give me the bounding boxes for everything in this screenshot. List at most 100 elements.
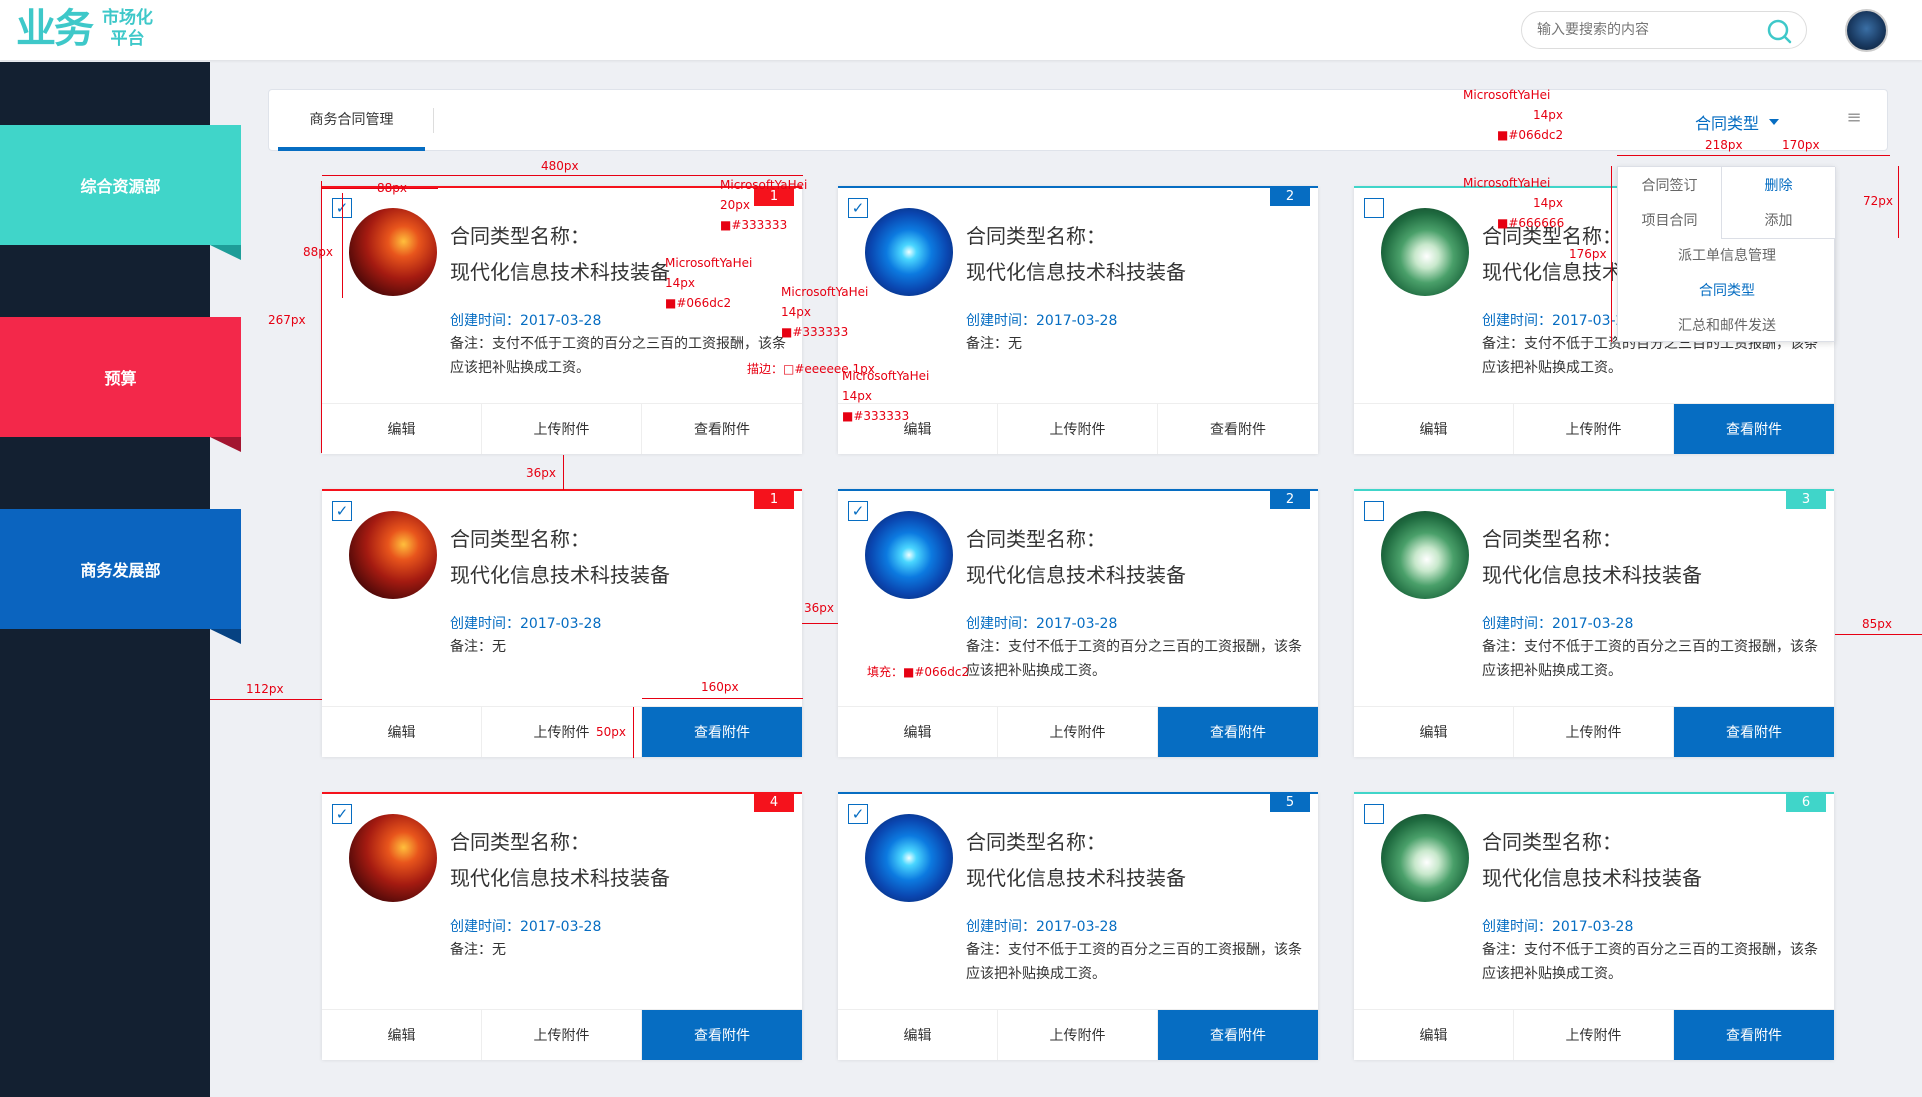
card-thumbnail xyxy=(865,511,953,599)
search-box xyxy=(1521,11,1807,49)
app-logo[interactable]: 业务 市场化 平台 xyxy=(16,7,153,51)
spec-line xyxy=(321,181,322,453)
card-checkbox[interactable]: ✓ xyxy=(332,804,352,824)
spec-line xyxy=(563,455,564,490)
card-created-time: 创建时间：2017-03-28 xyxy=(450,313,602,329)
card-actions: 编辑 上传附件 查看附件 xyxy=(322,706,802,757)
card-title-value: 现代化信息技术科技装备 xyxy=(450,563,670,587)
submenu-delete[interactable]: 删除 xyxy=(1722,167,1835,202)
card-note: 备注：无 xyxy=(450,639,506,655)
menu-item-summary-email[interactable]: 汇总和邮件发送 xyxy=(1618,307,1836,342)
contract-type-label: 合同类型 xyxy=(1695,114,1760,133)
card-checkbox[interactable]: ✓ xyxy=(332,501,352,521)
card-number-badge: 2 xyxy=(1270,188,1310,206)
edit-button[interactable]: 编辑 xyxy=(322,707,482,757)
spec-margin-right: 85px xyxy=(1862,617,1892,631)
view-attachment-button[interactable]: 查看附件 xyxy=(1674,404,1834,454)
card-note: 备注：支付不低于工资的百分之三百的工资报酬，该条应该把补贴换成工资。 xyxy=(1482,639,1818,679)
spec-color-button: ■#333333 xyxy=(842,409,910,423)
card-note: 备注：支付不低于工资的百分之三百的工资报酬，该条应该把补贴换成工资。 xyxy=(966,942,1302,982)
spec-margin-left: 112px xyxy=(246,682,284,696)
view-attachment-button[interactable]: 查看附件 xyxy=(642,404,802,454)
upload-attachment-button[interactable]: 上传附件 xyxy=(998,1010,1158,1060)
list-icon[interactable]: ≡ xyxy=(1845,107,1863,129)
spec-width-button: 160px xyxy=(701,680,739,694)
upload-attachment-button[interactable]: 上传附件 xyxy=(482,404,642,454)
sidebar-item-resources[interactable]: 综合资源部 xyxy=(0,125,241,245)
card-created-time: 创建时间：2017-03-28 xyxy=(966,616,1118,632)
sidebar-item-label: 商务发展部 xyxy=(80,561,161,580)
card-note: 备注：支付不低于工资的百分之三百的工资报酬，该条应该把补贴换成工资。 xyxy=(1482,942,1818,982)
card-checkbox[interactable] xyxy=(1364,501,1384,521)
view-attachment-button[interactable]: 查看附件 xyxy=(1158,404,1318,454)
card-created-time: 创建时间：2017-03-28 xyxy=(450,616,602,632)
menu-item-dispatch[interactable]: 派工单信息管理 xyxy=(1618,237,1836,272)
search-input[interactable] xyxy=(1537,12,1757,48)
card-checkbox[interactable]: ✓ xyxy=(848,501,868,521)
edit-button[interactable]: 编辑 xyxy=(322,1010,482,1060)
view-attachment-button[interactable]: 查看附件 xyxy=(1158,1010,1318,1060)
upload-attachment-button[interactable]: 上传附件 xyxy=(1514,404,1674,454)
contract-card: 6 合同类型名称： 现代化信息技术科技装备 创建时间：2017-03-28 备注：支付不… xyxy=(1354,792,1834,1060)
card-checkbox[interactable] xyxy=(1364,804,1384,824)
menu-item-contract-type[interactable]: 合同类型 xyxy=(1618,272,1836,307)
card-actions: 编辑 上传附件 查看附件 xyxy=(322,403,802,454)
upload-attachment-button[interactable]: 上传附件 xyxy=(1514,1010,1674,1060)
upload-attachment-button[interactable]: 上传附件 xyxy=(998,707,1158,757)
card-title-label: 合同类型名称： xyxy=(450,830,590,854)
card-number-badge: 2 xyxy=(1270,491,1310,509)
card-checkbox[interactable]: ✓ xyxy=(848,804,868,824)
tab-contract-management[interactable]: 商务合同管理 xyxy=(278,90,425,151)
card-top-line xyxy=(838,186,1318,188)
view-attachment-button[interactable]: 查看附件 xyxy=(642,1010,802,1060)
spec-size-menu: 14px xyxy=(1533,196,1563,210)
upload-attachment-button[interactable]: 上传附件 xyxy=(1514,707,1674,757)
edit-button[interactable]: 编辑 xyxy=(1354,707,1514,757)
sidebar-item-budget[interactable]: 预算 xyxy=(0,317,241,437)
edit-button[interactable]: 编辑 xyxy=(838,707,998,757)
contract-type-dropdown[interactable]: 合同类型 xyxy=(1695,110,1780,134)
sidebar-fold xyxy=(210,437,241,452)
card-thumbnail xyxy=(1381,208,1469,296)
card-created-time: 创建时间：2017-03-28 xyxy=(1482,616,1634,632)
spec-height-submenu: 72px xyxy=(1863,194,1893,208)
sidebar-fold xyxy=(210,629,241,644)
view-attachment-button[interactable]: 查看附件 xyxy=(642,707,802,757)
contract-card: 2 ✓ 合同类型名称： 现代化信息技术科技装备 创建时间：2017-03-28 备注：支付… xyxy=(838,489,1318,757)
spec-size-time: 14px xyxy=(665,276,695,290)
view-attachment-button[interactable]: 查看附件 xyxy=(1674,1010,1834,1060)
card-title-value: 现代化信息技术科技装备 xyxy=(966,866,1186,890)
edit-button[interactable]: 编辑 xyxy=(1354,1010,1514,1060)
search-icon[interactable] xyxy=(1766,18,1792,44)
view-attachment-button[interactable]: 查看附件 xyxy=(1158,707,1318,757)
spec-width-thumb: 88px xyxy=(377,181,407,195)
edit-button[interactable]: 编辑 xyxy=(1354,404,1514,454)
card-title-value: 现代化信息技术科技装备 xyxy=(966,260,1186,284)
card-checkbox[interactable] xyxy=(1364,198,1384,218)
tab-bar: 商务合同管理 合同类型 ≡ xyxy=(268,89,1888,151)
logo-text: 市场化 平台 xyxy=(102,8,153,50)
top-header: 业务 市场化 平台 xyxy=(0,0,1922,60)
caret-down-icon xyxy=(1769,119,1780,125)
menu-item-project-contract[interactable]: 项目合同 xyxy=(1618,202,1721,237)
upload-attachment-button[interactable]: 上传附件 xyxy=(482,1010,642,1060)
menu-item-contract-sign[interactable]: 合同签订 xyxy=(1618,167,1721,202)
sidebar: 综合资源部 预算 商务发展部 xyxy=(0,62,241,1097)
card-thumbnail xyxy=(349,814,437,902)
card-actions: 编辑 上传附件 查看附件 xyxy=(838,706,1318,757)
user-avatar[interactable] xyxy=(1845,9,1888,52)
spec-size-dropdown: 14px xyxy=(1533,108,1563,122)
contract-card: 3 合同类型名称： 现代化信息技术科技装备创建时间：2017-03-28 备注：支付不… xyxy=(1354,489,1834,757)
submenu-add[interactable]: 添加 xyxy=(1722,202,1835,237)
contract-card: 1 ✓ 合同类型名称： 现代化信息技术科技装备 创建时间：2017-03-28 备注：无编… xyxy=(322,489,802,757)
sidebar-item-business-dev[interactable]: 商务发展部 xyxy=(0,509,241,629)
spec-line xyxy=(633,707,634,758)
card-top-line xyxy=(322,792,802,794)
spec-height-card: 267px xyxy=(268,313,306,327)
view-attachment-button[interactable]: 查看附件 xyxy=(1674,707,1834,757)
upload-attachment-button[interactable]: 上传附件 xyxy=(998,404,1158,454)
edit-button[interactable]: 编辑 xyxy=(838,1010,998,1060)
edit-button[interactable]: 编辑 xyxy=(322,404,482,454)
card-checkbox[interactable]: ✓ xyxy=(848,198,868,218)
logo-mark: 业务 xyxy=(16,6,94,52)
